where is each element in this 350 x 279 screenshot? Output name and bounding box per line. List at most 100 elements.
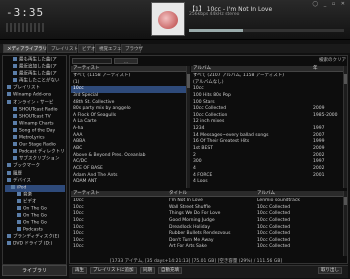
sidebar-item-label: サブスクリプション <box>19 156 60 162</box>
track-row[interactable]: 10cc Rubber Bullets Rendezvous 10cc Collec… <box>71 231 343 238</box>
artist-row[interactable]: すべて (1158 アーティスト) <box>71 73 189 80</box>
sidebar-item[interactable]: 最近再生した曲(ア <box>5 71 65 78</box>
sidebar-item[interactable]: On The Go <box>5 213 65 220</box>
track-row[interactable]: 10cc I'm Not In Love Lenmio soundtrack <box>71 198 343 205</box>
sidebar-item[interactable]: 最も再生した曲(ア <box>5 57 65 64</box>
search-button[interactable]: … <box>114 58 138 64</box>
sidebar-item[interactable]: SHOUTcast TV <box>5 113 65 121</box>
artist-row[interactable]: 80s party mix by anggelo <box>71 106 189 113</box>
sidebar-item-label: MetroLyrics <box>19 135 45 141</box>
sidebar-item[interactable]: オンライン・サービ <box>5 99 65 107</box>
artist-row[interactable]: 10cc <box>71 86 189 93</box>
track-row[interactable]: 10cc Good Morning Judge 10cc Collected <box>71 218 343 225</box>
artist-row[interactable]: (1) <box>71 80 189 87</box>
album-name: 12 inch mixes <box>193 119 225 125</box>
sidebar-item[interactable]: ブックマーク <box>5 163 65 170</box>
artist-row[interactable]: ACE OF BASE <box>71 166 189 173</box>
track-title-header[interactable]: タイトル <box>167 191 255 197</box>
sidebar-item-label: Our Stage Radio <box>19 142 56 148</box>
folder-icon <box>13 156 17 161</box>
window-buttons[interactable]: ◯ _ ▫ ✕ <box>313 1 347 7</box>
artist-scrollbar-thumb[interactable] <box>187 74 190 88</box>
sidebar-item[interactable]: 再生したことがない <box>5 78 65 85</box>
visualizer <box>6 23 46 32</box>
albums-header[interactable]: アルバム <box>191 66 311 72</box>
track-album-header[interactable]: アルバム <box>255 191 343 197</box>
library-button[interactable]: ライブラリ <box>2 265 67 276</box>
artist-row[interactable]: Above & Beyond Pres. Oceanlab <box>71 153 189 160</box>
sidebar-item[interactable]: Winamp Add-ons <box>5 92 65 99</box>
artist-row[interactable]: AAA <box>71 133 189 140</box>
artist-scrollbar[interactable] <box>186 66 190 188</box>
sidebar-item[interactable]: Podcast ディレクトリ <box>5 149 65 156</box>
tab-playlist[interactable]: プレイリスト <box>47 44 78 53</box>
artist-row[interactable]: ADAM ANT <box>71 179 189 186</box>
sidebar-item[interactable]: SHOUTcast Radio <box>5 106 65 114</box>
artists-header[interactable]: アーティスト <box>71 66 189 72</box>
album-row[interactable]: 1st BEST 2009 <box>191 146 343 153</box>
sidebar-item[interactable]: Podcasts <box>5 227 65 234</box>
album-name: 100 Stars <box>193 99 215 105</box>
album-art-image <box>158 11 178 29</box>
album-row[interactable]: 4 FORCE 2001 <box>191 173 343 180</box>
sidebar-item[interactable]: Winamp Charts <box>5 120 65 128</box>
album-row[interactable]: 4 2002 <box>191 166 343 173</box>
sidebar-item[interactable]: 音楽 <box>5 191 65 199</box>
sidebar-item[interactable]: MetroLyrics <box>5 135 65 142</box>
sidebar-item[interactable]: サブスクリプション <box>5 156 65 163</box>
folder-icon <box>7 92 11 97</box>
sidebar-item[interactable]: On The Go <box>5 205 65 213</box>
artist-row[interactable]: A La Carte <box>71 119 189 126</box>
album-scrollbar[interactable] <box>343 66 347 188</box>
track-scrollbar-thumb[interactable] <box>344 197 347 205</box>
artist-row[interactable]: A-ha <box>71 126 189 133</box>
album-row[interactable]: すべて (2107 アルバム, 1158 アーティスト) <box>191 73 343 80</box>
album-row[interactable]: 1234 1997 <box>191 126 343 133</box>
track-album: 10cc Collected <box>257 244 291 250</box>
time-display[interactable]: -3:35 <box>6 6 44 19</box>
album-row[interactable]: 10cc <box>191 86 343 93</box>
tab-visualization[interactable]: 視覚エフェクト <box>95 44 131 53</box>
artist-row[interactable]: ABBA <box>71 139 189 146</box>
auto-fill-button[interactable]: 自動充填 <box>158 267 182 274</box>
track-row[interactable]: 10cc Things We Do For Love 10cc Collected <box>71 211 343 218</box>
track-scrollbar[interactable] <box>343 191 347 256</box>
sidebar-item-label: 最も再生した曲(ア <box>19 57 57 63</box>
sidebar-item[interactable]: DVD ドライブ (D:) <box>5 241 65 248</box>
seek-bar[interactable] <box>189 29 344 32</box>
sidebar-item[interactable]: On The Go <box>5 220 65 227</box>
play-button[interactable]: 再生 <box>72 267 87 274</box>
album-row[interactable]: 300 1997 <box>191 159 343 166</box>
artist-row[interactable]: AC/DC <box>71 159 189 166</box>
track-row[interactable]: 10cc Art For Arts Sake 10cc Collected <box>71 244 343 251</box>
sidebar-item[interactable]: デバイス <box>5 177 65 185</box>
sidebar-item[interactable]: プランディディスク(E) <box>5 234 65 241</box>
sidebar-item[interactable]: iPod <box>5 184 65 192</box>
artist-row[interactable]: 3rd Special <box>71 93 189 100</box>
year-header[interactable]: 年 <box>311 66 343 72</box>
sidebar-item[interactable]: プレイリスト <box>5 85 65 92</box>
artist-row[interactable]: ABC <box>71 146 189 153</box>
sidebar-item[interactable]: 履歴 <box>5 170 65 178</box>
album-row[interactable]: 4 Loos <box>191 179 343 186</box>
eject-button[interactable]: 取り出し <box>318 267 342 274</box>
sidebar-item-label: 再生したことがない <box>19 78 60 84</box>
track-artist-header[interactable]: アーティスト <box>71 191 167 197</box>
sidebar-item[interactable]: Song of the Day <box>5 127 65 135</box>
track-row[interactable]: 10cc Don't Turn Me Away 10cc Collected <box>71 238 343 245</box>
sidebar-item[interactable]: Our Stage Radio <box>5 142 65 149</box>
tab-media-library[interactable]: メディアライブラリ <box>3 44 47 53</box>
album-scrollbar-thumb[interactable] <box>344 74 347 84</box>
tab-browser[interactable]: ブラウザ <box>121 44 143 53</box>
sync-button[interactable]: 同期 <box>140 267 155 274</box>
album-row[interactable]: 100 Hits 80s Pop <box>191 93 343 100</box>
search-input[interactable] <box>72 58 112 64</box>
sidebar-item[interactable]: 最近追加した曲(ア <box>5 64 65 71</box>
folder-icon <box>7 99 11 104</box>
sidebar-item[interactable]: ビデオ <box>5 198 65 206</box>
tab-video[interactable]: ビデオ <box>78 44 96 53</box>
album-row[interactable]: 10cc Collected 2009 <box>191 106 343 113</box>
add-to-playlist-button[interactable]: プレイリストに追加 <box>90 267 137 274</box>
clear-search-button[interactable]: 検索のクリア <box>319 57 346 63</box>
album-row[interactable]: (アルバムなし) <box>191 80 343 87</box>
